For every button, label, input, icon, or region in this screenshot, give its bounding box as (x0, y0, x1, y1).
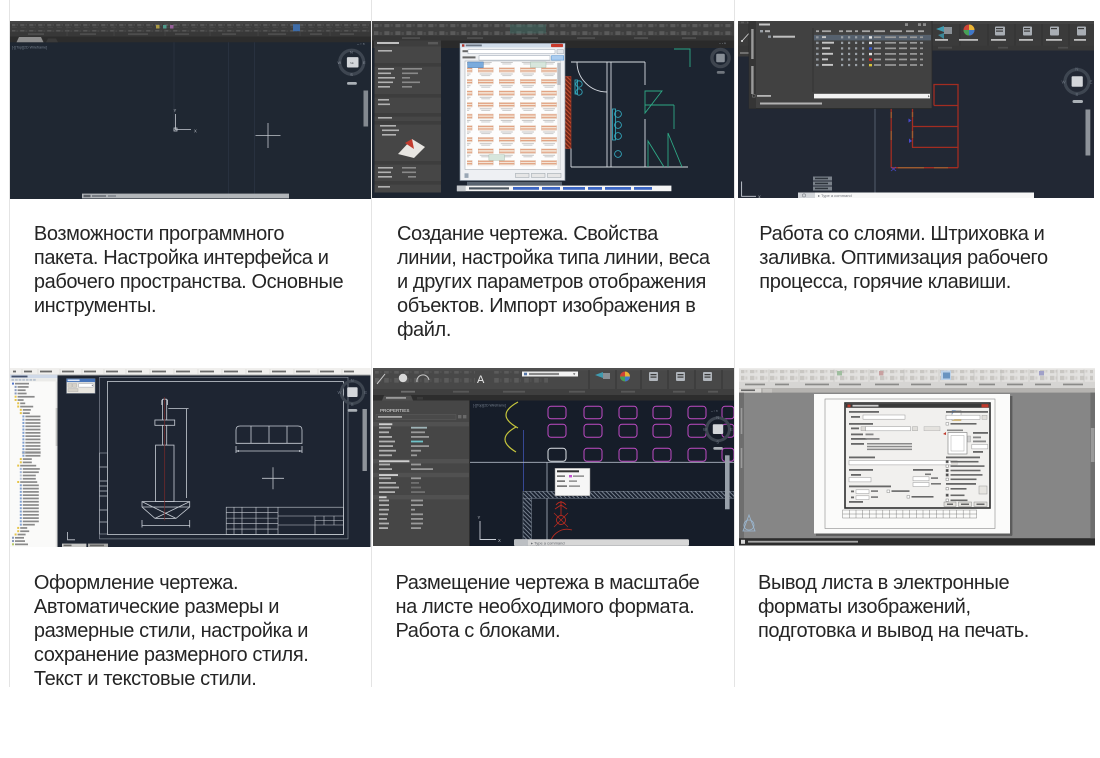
svg-text:‒ ▫ ×: ‒ ▫ × (711, 409, 718, 413)
svg-text:W: W (338, 61, 342, 65)
svg-text:‒ ▫ ×: ‒ ▫ × (719, 41, 726, 45)
svg-text:S: S (351, 402, 354, 407)
svg-text:▸ Type a command: ▸ Type a command (531, 540, 565, 545)
svg-text:SE: SE (350, 61, 354, 65)
svg-text:[-][Top][2D Wireframe]: [-][Top][2D Wireframe] (473, 403, 506, 407)
svg-text:E: E (1090, 79, 1093, 84)
svg-text:S: S (1075, 92, 1078, 97)
svg-text:‒ ▫ ×: ‒ ▫ × (357, 42, 365, 46)
svg-text:E: E (730, 427, 733, 432)
svg-text:[-][Top][2D Wireframe]: [-][Top][2D Wireframe] (12, 45, 47, 49)
svg-text:N: N (716, 415, 719, 420)
svg-text:X: X (498, 538, 501, 543)
svg-text:W: W (703, 427, 707, 432)
svg-text:W: W (337, 390, 341, 395)
svg-text:X: X (194, 128, 197, 133)
svg-text:E: E (364, 390, 367, 395)
svg-text:Y: Y (478, 515, 481, 520)
svg-text:N: N (350, 50, 353, 54)
svg-text:▸ Type a command: ▸ Type a command (818, 193, 852, 198)
svg-text:X: X (758, 194, 761, 198)
svg-text:N: N (351, 378, 354, 383)
svg-text:PROPERTIES: PROPERTIES (380, 408, 409, 413)
svg-text:N: N (1075, 66, 1078, 71)
svg-text:Y: Y (174, 108, 177, 113)
svg-text:S: S (716, 439, 719, 444)
svg-text:A: A (477, 374, 485, 386)
